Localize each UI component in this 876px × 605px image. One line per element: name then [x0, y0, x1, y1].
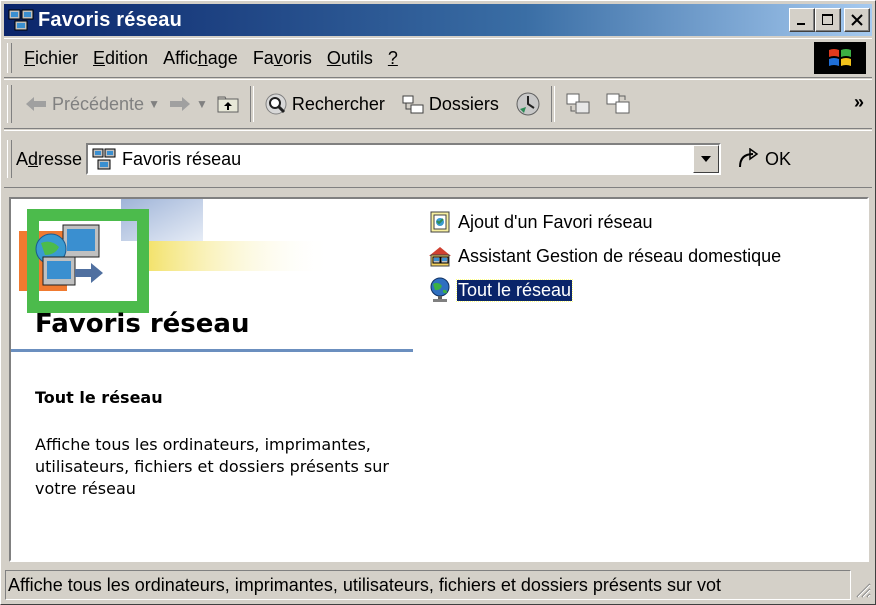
file-item-label: Assistant Gestion de réseau domestique [458, 245, 782, 266]
copy-to-button[interactable] [601, 92, 635, 116]
up-folder-icon [217, 96, 239, 113]
search-button[interactable]: Rechercher [260, 92, 389, 116]
network-places-icon [8, 9, 34, 31]
forward-button[interactable]: ▼ [164, 95, 212, 113]
toolbar-more-chevron-icon[interactable]: » [854, 92, 864, 113]
panel-title: Favoris réseau [35, 309, 250, 339]
window-title: Favoris réseau [38, 8, 182, 31]
back-dropdown-icon[interactable]: ▼ [148, 97, 160, 111]
address-grip[interactable] [7, 140, 12, 178]
toolbar-separator [249, 86, 254, 122]
menu-help[interactable]: ? [384, 48, 409, 69]
network-places-icon [92, 148, 116, 170]
status-bar: Affiche tous les ordinateurs, imprimante… [5, 569, 871, 601]
go-arrow-icon [739, 148, 759, 168]
selected-item-title: Tout le réseau [35, 388, 163, 407]
address-input[interactable]: Favoris réseau [86, 143, 722, 175]
title-bar[interactable]: Favoris réseau [4, 4, 872, 36]
menu-fichier[interactable]: Fichier [20, 48, 89, 69]
forward-dropdown-icon[interactable]: ▼ [196, 97, 208, 111]
maximize-icon [822, 14, 833, 25]
copy-to-icon [606, 93, 630, 114]
add-network-place-icon [427, 209, 453, 235]
address-dropdown-button[interactable] [693, 145, 720, 173]
history-icon [516, 92, 540, 116]
menu-edition[interactable]: Edition [89, 48, 159, 69]
home-network-wizard-icon [427, 243, 453, 269]
status-text: Affiche tous les ordinateurs, imprimante… [5, 570, 851, 600]
address-value: Favoris réseau [122, 148, 242, 169]
menu-outils[interactable]: Outils [323, 48, 384, 69]
toolbar-grip[interactable] [7, 85, 12, 123]
close-button[interactable] [844, 8, 870, 32]
move-to-button[interactable] [561, 92, 595, 116]
toolbar-separator [550, 86, 555, 122]
file-item-label: Tout le réseau [455, 278, 574, 302]
chevron-down-icon [701, 156, 712, 162]
entire-network-icon [427, 277, 453, 303]
menu-affichage[interactable]: Affichage [159, 48, 249, 69]
panel-divider [11, 349, 413, 352]
menu-grip[interactable] [7, 43, 12, 73]
main-view[interactable]: Favoris réseau Tout le réseau Affiche to… [9, 197, 869, 562]
explorer-window: Favoris réseau Fichier Edition Affichage… [0, 0, 876, 605]
list-item[interactable]: Ajout d'un Favori réseau [427, 205, 782, 239]
file-list: Ajout d'un Favori réseau Assistant Gesti… [427, 205, 782, 307]
folders-button[interactable]: Dossiers [397, 93, 503, 115]
address-label: Adresse [16, 148, 83, 169]
menu-bar: Fichier Edition Affichage Favoris Outils… [4, 38, 872, 78]
resize-grip-icon[interactable] [851, 570, 871, 600]
windows-flag-icon [829, 49, 851, 66]
list-item[interactable]: Assistant Gestion de réseau domestique [427, 239, 782, 273]
address-bar: Adresse Favoris réseau OK [4, 130, 872, 188]
file-item-label: Ajout d'un Favori réseau [458, 211, 653, 232]
selected-item-description: Affiche tous les ordinateurs, imprimante… [35, 435, 389, 498]
forward-arrow-icon [169, 97, 190, 111]
go-button[interactable]: OK [737, 148, 791, 170]
folders-icon [402, 95, 424, 114]
window-controls [789, 8, 870, 32]
minimize-button[interactable] [789, 8, 815, 32]
windows-logo [814, 42, 866, 74]
back-button[interactable]: Précédente ▼ [20, 94, 164, 115]
move-to-icon [566, 93, 590, 114]
history-button[interactable] [511, 91, 545, 117]
maximize-button[interactable] [815, 8, 841, 32]
back-arrow-icon [26, 97, 46, 111]
menu-favoris[interactable]: Favoris [249, 48, 323, 69]
close-icon [851, 14, 863, 26]
search-icon [265, 93, 287, 115]
standard-toolbar: Précédente ▼ ▼ Rechercher Dossiers » [4, 79, 872, 129]
up-folder-button[interactable] [212, 94, 244, 114]
list-item[interactable]: Tout le réseau [427, 273, 782, 307]
minimize-icon [797, 23, 805, 25]
